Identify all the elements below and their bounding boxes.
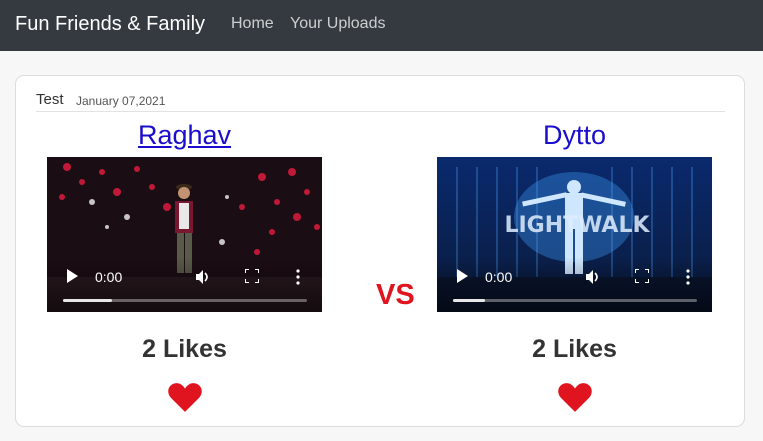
video-time-right: 0:00 (485, 269, 513, 285)
volume-icon[interactable] (195, 269, 211, 285)
video-controls-right: 0:00 (437, 257, 712, 312)
video-progress-left[interactable] (63, 299, 307, 302)
top-navbar: Fun Friends & Family Home Your Uploads (0, 0, 763, 51)
more-options-icon[interactable] (295, 269, 301, 285)
brand-link[interactable]: Fun Friends & Family (15, 12, 205, 36)
video-time-left: 0:00 (95, 269, 123, 285)
nav-link-your-uploads[interactable]: Your Uploads (290, 14, 385, 34)
play-icon[interactable] (66, 269, 78, 283)
video-progress-fill-right (453, 299, 485, 302)
likes-count-right: 2 Likes (532, 335, 617, 363)
video-player-right[interactable]: LIGHTWALK 0:00 (437, 157, 712, 312)
video-player-left[interactable]: 0:00 (47, 157, 322, 312)
post-date: January 07,2021 (76, 94, 166, 108)
like-heart-button-left[interactable] (168, 382, 202, 412)
video-overlay-text-right: LIGHTWALK (504, 213, 650, 238)
volume-icon[interactable] (585, 269, 601, 285)
header-divider (36, 111, 725, 112)
fullscreen-icon[interactable] (245, 269, 259, 283)
video-progress-fill-left (63, 299, 112, 302)
play-icon[interactable] (456, 269, 468, 283)
contestant-name-left[interactable]: Raghav (47, 119, 322, 151)
post-card: Test January 07,2021 Raghav 0:00 2 Likes… (15, 75, 745, 427)
post-title: Test (36, 91, 64, 108)
nav-link-home[interactable]: Home (231, 14, 274, 34)
video-controls-left: 0:00 (47, 257, 322, 312)
like-heart-button-right[interactable] (558, 382, 592, 412)
fullscreen-icon[interactable] (635, 269, 649, 283)
more-options-icon[interactable] (685, 269, 691, 285)
contestant-name-right[interactable]: Dytto (437, 119, 712, 151)
versus-label: VS (376, 279, 415, 311)
likes-count-left: 2 Likes (142, 335, 227, 363)
video-progress-right[interactable] (453, 299, 697, 302)
